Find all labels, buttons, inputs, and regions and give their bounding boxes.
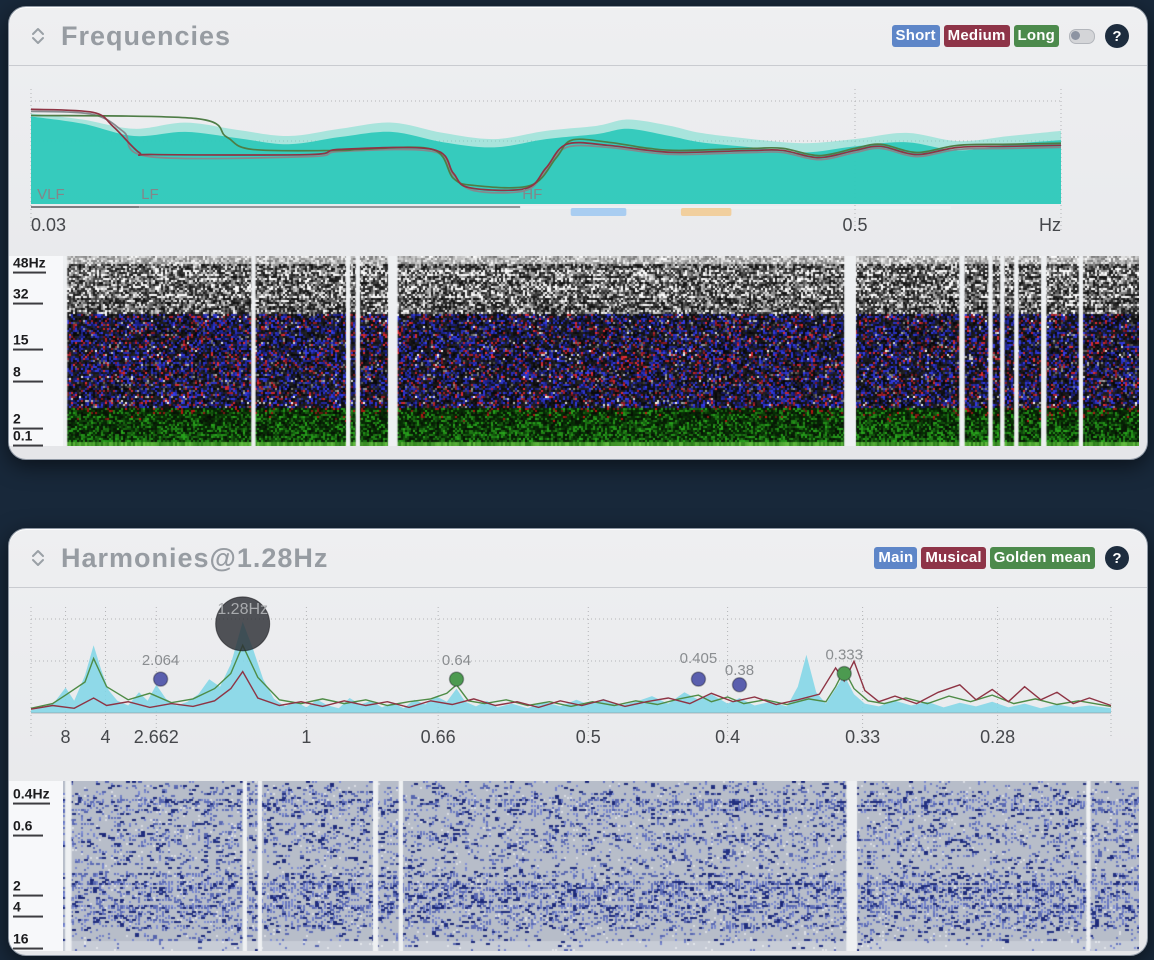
spectro-y-label: 0.4Hz [13, 785, 50, 804]
harmonies-legend: Main Musical Golden mean [870, 547, 1095, 569]
selected-peak-label: 1.28Hz [217, 601, 268, 618]
spectro-y-label: 15 [13, 331, 43, 350]
x-tick-label: 0.5 [842, 215, 867, 235]
series-golden-mean [31, 645, 1111, 708]
x-tick-label: 1 [301, 727, 311, 747]
expand-collapse-icon[interactable] [27, 545, 49, 571]
x-tick-label: 0.28 [980, 727, 1015, 747]
peak-circle[interactable] [691, 672, 705, 686]
spectro-y-label: 2 [13, 878, 43, 897]
x-tick-label: Hz [1039, 215, 1061, 235]
frequencies-chart-svg[interactable]: VLFLFHF0.030.5Hz [31, 101, 1061, 204]
peak-circle[interactable] [154, 672, 168, 686]
peak-marker-0.64[interactable]: 0.64 [442, 652, 471, 686]
peak-circle[interactable] [732, 678, 746, 692]
frequencies-header: Frequencies Short Medium Long ? [9, 7, 1147, 66]
axis-band-marker[interactable] [681, 208, 731, 216]
up-down-chevrons-icon [30, 26, 46, 46]
peak-label: 0.333 [825, 647, 863, 664]
panel-title-frequencies: Frequencies [61, 21, 231, 52]
peak-circle[interactable] [837, 667, 851, 681]
spectro-y-label: 0.6 [13, 817, 43, 836]
mini-toggle-switch[interactable] [1069, 29, 1095, 44]
frequencies-spectrogram-row: 48Hz3215820.1 [9, 256, 1147, 446]
frequencies-chart-area[interactable]: VLF LF HF 0.03 0.5 Hz [9, 65, 1147, 255]
legend-short-badge[interactable]: Short [892, 25, 940, 47]
peak-label: 0.405 [680, 650, 718, 667]
band-label-hf: HF [522, 186, 542, 203]
help-button-frequencies[interactable]: ? [1105, 24, 1129, 48]
spectro-y-label: 4 [13, 899, 43, 918]
peak-marker-1.28Hz[interactable]: 1.28Hz [216, 597, 270, 651]
spectro-y-label: 0.1 [13, 428, 43, 447]
x-tick-label: 0.66 [421, 727, 456, 747]
peak-marker-0.405[interactable]: 0.405 [680, 650, 718, 686]
peak-circle[interactable] [450, 672, 464, 686]
x-tick-label: 0.33 [845, 727, 880, 747]
legend-golden-mean-badge[interactable]: Golden mean [990, 547, 1095, 569]
harmonies-spectrogram-canvas[interactable] [63, 781, 1139, 951]
x-tick-label: 0.03 [31, 215, 66, 235]
expand-collapse-icon[interactable] [27, 23, 49, 49]
legend-musical-badge[interactable]: Musical [921, 547, 985, 569]
panel-title-harmonies: Harmonies@1.28Hz [61, 543, 328, 574]
peak-marker-2.064[interactable]: 2.064 [142, 652, 180, 686]
harmonies-header: Harmonies@1.28Hz Main Musical Golden mea… [9, 529, 1147, 588]
harmonies-panel: Harmonies@1.28Hz Main Musical Golden mea… [8, 528, 1148, 956]
spectro-y-label: 8 [13, 363, 43, 382]
band-label-vlf: VLF [37, 186, 65, 203]
peak-marker-0.38[interactable]: 0.38 [725, 662, 754, 692]
help-button-harmonies[interactable]: ? [1105, 546, 1129, 570]
spectro-y-label: 16 [13, 931, 43, 950]
legend-long-badge[interactable]: Long [1014, 25, 1059, 47]
toggle-knob [1071, 31, 1080, 40]
peak-label: 0.64 [442, 652, 471, 669]
spectro-y-label: 32 [13, 285, 43, 304]
harmonies-chart-area[interactable]: 1.28Hz 2.064 0.64 0.405 0.38 0.333 8 4 2.662 1 0.6… [9, 587, 1147, 781]
frequencies-panel: Frequencies Short Medium Long ? VLF LF HF 0… [8, 6, 1148, 460]
frequencies-legend: Short Medium Long [888, 25, 1060, 47]
axis-segment [31, 206, 139, 208]
legend-medium-badge[interactable]: Medium [944, 25, 1010, 47]
harmonies-spectrogram-y-axis: 0.4Hz 0.6 2 4 16 [9, 781, 63, 951]
up-down-chevrons-icon [30, 548, 46, 568]
spectro-y-label: 48Hz [13, 254, 46, 273]
peak-label: 0.38 [725, 662, 754, 679]
legend-main-badge[interactable]: Main [874, 547, 917, 569]
frequencies-spectrogram-y-axis: 48Hz3215820.1 [9, 256, 63, 446]
band-label-lf: LF [141, 186, 159, 203]
x-tick-label: 0.5 [576, 727, 601, 747]
peak-label: 2.064 [142, 652, 180, 669]
harmonies-chart-svg[interactable]: 1.28Hz2.0640.640.4050.380.333842.66210.6… [31, 619, 1111, 713]
axis-band-marker[interactable] [571, 208, 627, 216]
x-tick-label: 8 [61, 727, 71, 747]
x-tick-label: 2.662 [134, 727, 179, 747]
axis-segment [139, 206, 520, 208]
x-tick-label: 4 [101, 727, 111, 747]
frequencies-spectrogram-canvas[interactable] [63, 256, 1139, 446]
harmonies-spectrogram-row: 0.4Hz 0.6 2 4 16 [9, 781, 1147, 951]
x-tick-label: 0.4 [715, 727, 740, 747]
